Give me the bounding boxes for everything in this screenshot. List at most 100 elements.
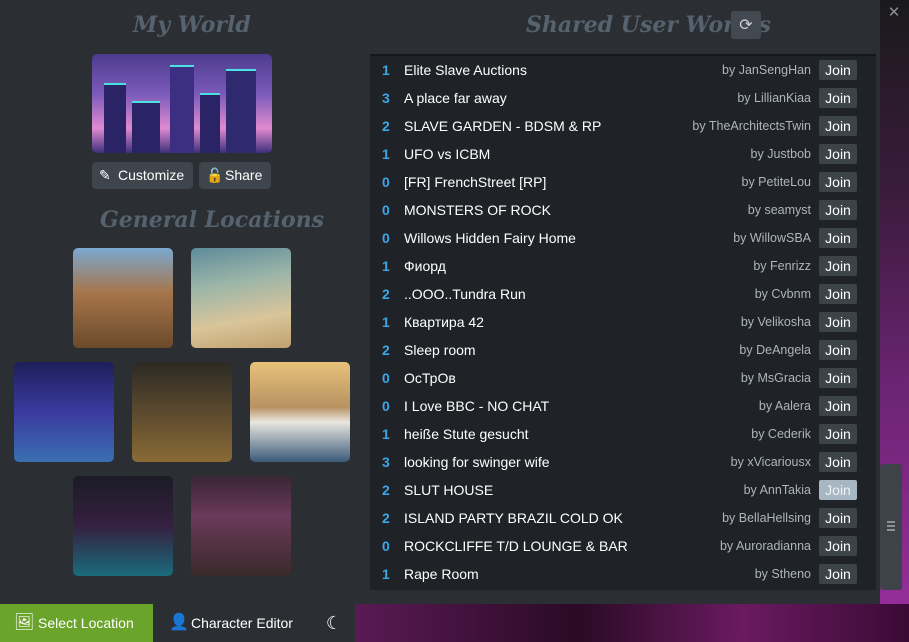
join-button[interactable]: Join	[819, 60, 857, 80]
person-icon: 👤	[169, 614, 189, 631]
world-row: 1 Elite Slave Auctions by JanSengHan Join	[370, 56, 866, 84]
join-button[interactable]: Join	[819, 200, 857, 220]
world-visitor-count: 3	[382, 454, 390, 470]
my-world-heading: My World	[133, 12, 251, 38]
unlock-icon: 🔓	[206, 167, 224, 183]
join-button[interactable]: Join	[819, 116, 857, 136]
location-nightclub[interactable]	[73, 476, 173, 576]
join-button[interactable]: Join	[819, 564, 857, 584]
share-button[interactable]: 🔓 Share	[199, 162, 271, 189]
location-club-floor[interactable]	[14, 362, 114, 462]
world-visitor-count: 1	[382, 314, 390, 330]
join-button[interactable]: Join	[819, 424, 857, 444]
world-name: UFO vs ICBM	[404, 146, 491, 162]
world-visitor-count: 3	[382, 90, 390, 106]
world-row: 2 SLUT HOUSE by AnnTakia Join	[370, 476, 866, 504]
world-visitor-count: 1	[382, 258, 390, 274]
shared-worlds-list[interactable]: 1 Elite Slave Auctions by JanSengHan Join 3…	[370, 54, 876, 590]
location-beach[interactable]	[191, 248, 291, 348]
night-mode-toggle[interactable]: ☾	[318, 604, 350, 642]
world-visitor-count: 2	[382, 510, 390, 526]
join-button[interactable]: Join	[819, 396, 857, 416]
join-button[interactable]: Join	[819, 340, 857, 360]
world-visitor-count: 0	[382, 538, 390, 554]
world-visitor-count: 2	[382, 118, 390, 134]
world-author: by JanSengHan	[722, 63, 811, 77]
world-author: by BellaHellsing	[722, 511, 811, 525]
world-row: 1 Фиорд by Fenrizz Join	[370, 252, 866, 280]
world-visitor-count: 0	[382, 202, 390, 218]
join-button[interactable]: Join	[819, 256, 857, 276]
select-location-tab[interactable]: 🖼 Select Location	[0, 604, 153, 642]
world-visitor-count: 0	[382, 230, 390, 246]
join-button[interactable]: Join	[819, 508, 857, 528]
world-row: 2 SLAVE GARDEN - BDSM & RP by TheArchitect…	[370, 112, 866, 140]
world-visitor-count: 1	[382, 566, 390, 582]
world-row: 0 MONSTERS OF ROCK by seamyst Join	[370, 196, 866, 224]
world-name: MONSTERS OF ROCK	[404, 202, 552, 218]
world-name: Квартира 42	[404, 314, 484, 330]
world-row: 2 Sleep room by DeAngela Join	[370, 336, 866, 364]
world-row: 1 Квартира 42 by Velikosha Join	[370, 308, 866, 336]
grip-icon	[887, 521, 895, 531]
world-selector-window: ✕ My World ✎ Customize 🔓 Share General L…	[0, 0, 909, 642]
world-name: Фиорд	[404, 258, 446, 274]
location-bar-interior[interactable]	[132, 362, 232, 462]
world-row: 3 looking for swinger wife by xVicariousx J…	[370, 448, 866, 476]
world-row: 1 Rape Room by Stheno Join	[370, 560, 866, 588]
select-location-label: Select Location	[38, 615, 134, 631]
list-scrollbar-thumb[interactable]	[880, 464, 902, 590]
moon-icon: ☾	[325, 613, 343, 633]
world-author: by Cederik	[751, 427, 811, 441]
general-locations-heading: General Locations	[100, 207, 325, 233]
world-name: I Love BBC - NO CHAT	[404, 398, 550, 414]
world-author: by Justbob	[750, 147, 811, 161]
join-button[interactable]: Join	[819, 452, 857, 472]
world-author: by xVicariousx	[730, 455, 811, 469]
world-author: by TheArchitectsTwin	[692, 119, 811, 133]
world-author: by Auroradianna	[719, 539, 811, 553]
world-visitor-count: 2	[382, 286, 390, 302]
join-button[interactable]: Join	[819, 536, 857, 556]
join-button[interactable]: Join	[819, 480, 857, 500]
refresh-button[interactable]: ⟳	[731, 11, 761, 39]
close-icon[interactable]: ✕	[886, 4, 902, 20]
my-world-thumbnail[interactable]	[92, 54, 272, 153]
world-row: 0 ОсТрОв by MsGracia Join	[370, 364, 866, 392]
world-name: Willows Hidden Fairy Home	[404, 230, 576, 246]
customize-button[interactable]: ✎ Customize	[92, 162, 193, 189]
world-name: [FR] FrenchStreet [RP]	[404, 174, 547, 190]
background-scene-bottom	[355, 604, 909, 642]
world-visitor-count: 1	[382, 146, 390, 162]
world-name: ..OOO..Tundra Run	[404, 286, 526, 302]
join-button[interactable]: Join	[819, 368, 857, 388]
join-button[interactable]: Join	[819, 88, 857, 108]
world-name: A place far away	[404, 90, 507, 106]
world-name: Sleep room	[404, 342, 476, 358]
world-name: SLAVE GARDEN - BDSM & RP	[404, 118, 602, 134]
world-row: 0 I Love BBC - NO CHAT by Aalera Join	[370, 392, 866, 420]
world-author: by Aalera	[758, 399, 811, 413]
world-row: 2 ISLAND PARTY BRAZIL COLD OK by BellaHell…	[370, 504, 866, 532]
world-name: looking for swinger wife	[404, 454, 550, 470]
join-button[interactable]: Join	[819, 284, 857, 304]
world-visitor-count: 2	[382, 482, 390, 498]
world-row: 1 heiße Stute gesucht by Cederik Join	[370, 420, 866, 448]
customize-label: Customize	[118, 167, 185, 183]
location-lounge[interactable]	[191, 476, 291, 576]
world-visitor-count: 1	[382, 62, 390, 78]
world-author: by LillianKiaa	[737, 91, 811, 105]
location-saloon[interactable]	[73, 248, 173, 348]
join-button[interactable]: Join	[819, 228, 857, 248]
world-visitor-count: 0	[382, 370, 390, 386]
join-button[interactable]: Join	[819, 144, 857, 164]
join-button[interactable]: Join	[819, 312, 857, 332]
location-yacht[interactable]	[250, 362, 350, 462]
bottom-bar: 🖼 Select Location 👤 Character Editor ☾	[0, 604, 355, 642]
world-author: by DeAngela	[739, 343, 811, 357]
world-name: ОсТрОв	[404, 370, 456, 386]
image-icon: 🖼	[14, 614, 35, 631]
character-editor-tab[interactable]: 👤 Character Editor	[153, 604, 311, 642]
world-name: ISLAND PARTY BRAZIL COLD OK	[404, 510, 623, 526]
join-button[interactable]: Join	[819, 172, 857, 192]
